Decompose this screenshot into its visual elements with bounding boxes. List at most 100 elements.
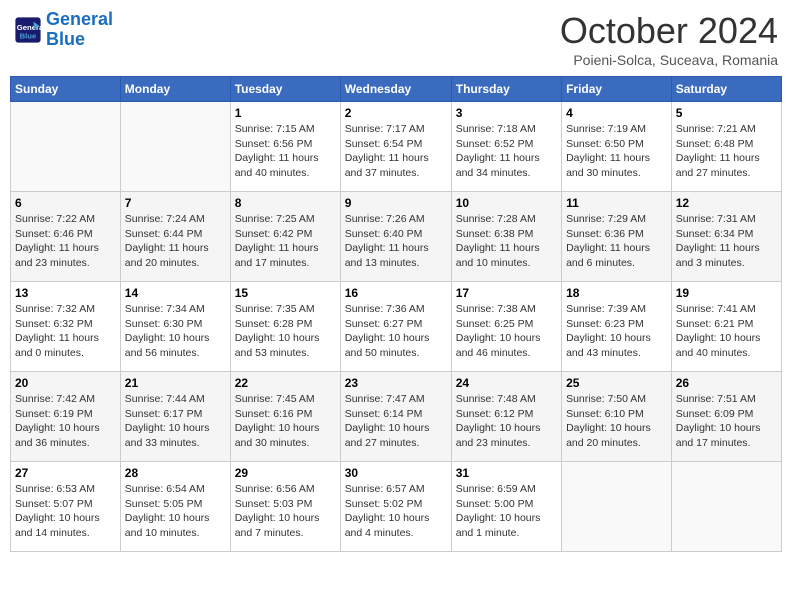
calendar-cell: 27 Sunrise: 6:53 AM Sunset: 5:07 PM Dayli… xyxy=(11,462,121,552)
calendar-cell: 1Sunrise: 7:15 AM Sunset: 6:56 PM Daylig… xyxy=(230,102,340,192)
day-info: Sunrise: 7:41 AM Sunset: 6:21 PM Dayligh… xyxy=(676,302,777,361)
day-number: 16 xyxy=(345,286,447,300)
logo-line2: Blue xyxy=(46,29,85,49)
day-number: 6 xyxy=(15,196,116,210)
calendar-cell: 3 Sunrise: 7:18 AM Sunset: 6:52 PM Daylig… xyxy=(451,102,561,192)
calendar-week-row: 27 Sunrise: 6:53 AM Sunset: 5:07 PM Dayli… xyxy=(11,462,782,552)
calendar-cell: 7 Sunrise: 7:24 AM Sunset: 6:44 PM Daylig… xyxy=(120,192,230,282)
day-number: 30 xyxy=(345,466,447,480)
logo: General Blue General Blue xyxy=(14,10,113,50)
day-number: 2 xyxy=(345,106,447,120)
calendar-cell: 17Sunrise: 7:38 AM Sunset: 6:25 PM Dayli… xyxy=(451,282,561,372)
calendar-cell: 15 Sunrise: 7:35 AM Sunset: 6:28 PM Dayli… xyxy=(230,282,340,372)
day-number: 3 xyxy=(456,106,557,120)
calendar-cell: 28 Sunrise: 6:54 AM Sunset: 5:05 PM Dayli… xyxy=(120,462,230,552)
day-info: Sunrise: 6:57 AM Sunset: 5:02 PM Dayligh… xyxy=(345,482,447,541)
day-info: Sunrise: 7:22 AM Sunset: 6:46 PM Dayligh… xyxy=(15,212,116,271)
calendar-cell: 20 Sunrise: 7:42 AM Sunset: 6:19 PM Dayli… xyxy=(11,372,121,462)
day-info: Sunrise: 7:50 AM Sunset: 6:10 PM Dayligh… xyxy=(566,392,667,451)
day-number: 25 xyxy=(566,376,667,390)
calendar-cell: 25 Sunrise: 7:50 AM Sunset: 6:10 PM Dayli… xyxy=(562,372,672,462)
svg-text:Blue: Blue xyxy=(20,31,37,40)
day-info: Sunrise: 7:28 AM Sunset: 6:38 PM Dayligh… xyxy=(456,212,557,271)
calendar-cell xyxy=(11,102,121,192)
calendar-cell: 5Sunrise: 7:21 AM Sunset: 6:48 PM Daylig… xyxy=(671,102,781,192)
weekday-header: Thursday xyxy=(451,77,561,102)
day-number: 19 xyxy=(676,286,777,300)
day-number: 18 xyxy=(566,286,667,300)
calendar-cell: 10 Sunrise: 7:28 AM Sunset: 6:38 PM Dayli… xyxy=(451,192,561,282)
day-info: Sunrise: 7:51 AM Sunset: 6:09 PM Dayligh… xyxy=(676,392,777,451)
day-number: 8 xyxy=(235,196,336,210)
day-info: Sunrise: 7:18 AM Sunset: 6:52 PM Dayligh… xyxy=(456,122,557,181)
day-number: 20 xyxy=(15,376,116,390)
weekday-header-row: SundayMondayTuesdayWednesdayThursdayFrid… xyxy=(11,77,782,102)
calendar-cell: 16Sunrise: 7:36 AM Sunset: 6:27 PM Dayli… xyxy=(340,282,451,372)
day-info: Sunrise: 7:29 AM Sunset: 6:36 PM Dayligh… xyxy=(566,212,667,271)
calendar-cell: 4 Sunrise: 7:19 AM Sunset: 6:50 PM Daylig… xyxy=(562,102,672,192)
logo-icon: General Blue xyxy=(14,16,42,44)
calendar-cell: 29 Sunrise: 6:56 AM Sunset: 5:03 PM Dayli… xyxy=(230,462,340,552)
calendar-cell: 2 Sunrise: 7:17 AM Sunset: 6:54 PM Daylig… xyxy=(340,102,451,192)
day-info: Sunrise: 7:47 AM Sunset: 6:14 PM Dayligh… xyxy=(345,392,447,451)
weekday-header: Saturday xyxy=(671,77,781,102)
calendar-cell: 19 Sunrise: 7:41 AM Sunset: 6:21 PM Dayli… xyxy=(671,282,781,372)
calendar-cell: 24Sunrise: 7:48 AM Sunset: 6:12 PM Dayli… xyxy=(451,372,561,462)
weekday-header: Tuesday xyxy=(230,77,340,102)
day-info: Sunrise: 7:31 AM Sunset: 6:34 PM Dayligh… xyxy=(676,212,777,271)
calendar-cell: 13 Sunrise: 7:32 AM Sunset: 6:32 PM Dayli… xyxy=(11,282,121,372)
location-subtitle: Poieni-Solca, Suceava, Romania xyxy=(560,52,778,68)
calendar-week-row: 13 Sunrise: 7:32 AM Sunset: 6:32 PM Dayli… xyxy=(11,282,782,372)
calendar-cell: 21Sunrise: 7:44 AM Sunset: 6:17 PM Dayli… xyxy=(120,372,230,462)
logo-line1: General xyxy=(46,9,113,29)
day-info: Sunrise: 7:24 AM Sunset: 6:44 PM Dayligh… xyxy=(125,212,226,271)
day-info: Sunrise: 6:54 AM Sunset: 5:05 PM Dayligh… xyxy=(125,482,226,541)
day-number: 10 xyxy=(456,196,557,210)
logo-text: General Blue xyxy=(46,10,113,50)
day-number: 26 xyxy=(676,376,777,390)
day-number: 9 xyxy=(345,196,447,210)
day-info: Sunrise: 7:26 AM Sunset: 6:40 PM Dayligh… xyxy=(345,212,447,271)
weekday-header: Wednesday xyxy=(340,77,451,102)
calendar-cell: 18 Sunrise: 7:39 AM Sunset: 6:23 PM Dayli… xyxy=(562,282,672,372)
day-info: Sunrise: 7:35 AM Sunset: 6:28 PM Dayligh… xyxy=(235,302,336,361)
day-number: 1 xyxy=(235,106,336,120)
calendar-table: SundayMondayTuesdayWednesdayThursdayFrid… xyxy=(10,76,782,552)
day-info: Sunrise: 6:53 AM Sunset: 5:07 PM Dayligh… xyxy=(15,482,116,541)
day-info: Sunrise: 7:39 AM Sunset: 6:23 PM Dayligh… xyxy=(566,302,667,361)
day-info: Sunrise: 7:45 AM Sunset: 6:16 PM Dayligh… xyxy=(235,392,336,451)
day-info: Sunrise: 7:42 AM Sunset: 6:19 PM Dayligh… xyxy=(15,392,116,451)
calendar-cell: 22 Sunrise: 7:45 AM Sunset: 6:16 PM Dayli… xyxy=(230,372,340,462)
day-number: 31 xyxy=(456,466,557,480)
calendar-cell: 31 Sunrise: 6:59 AM Sunset: 5:00 PM Dayli… xyxy=(451,462,561,552)
day-number: 4 xyxy=(566,106,667,120)
day-number: 7 xyxy=(125,196,226,210)
calendar-cell: 30 Sunrise: 6:57 AM Sunset: 5:02 PM Dayli… xyxy=(340,462,451,552)
day-info: Sunrise: 7:19 AM Sunset: 6:50 PM Dayligh… xyxy=(566,122,667,181)
calendar-cell xyxy=(120,102,230,192)
day-number: 27 xyxy=(15,466,116,480)
weekday-header: Sunday xyxy=(11,77,121,102)
day-info: Sunrise: 7:25 AM Sunset: 6:42 PM Dayligh… xyxy=(235,212,336,271)
day-number: 14 xyxy=(125,286,226,300)
calendar-cell: 11Sunrise: 7:29 AM Sunset: 6:36 PM Dayli… xyxy=(562,192,672,282)
day-info: Sunrise: 7:21 AM Sunset: 6:48 PM Dayligh… xyxy=(676,122,777,181)
day-number: 13 xyxy=(15,286,116,300)
calendar-cell: 12Sunrise: 7:31 AM Sunset: 6:34 PM Dayli… xyxy=(671,192,781,282)
calendar-cell: 23 Sunrise: 7:47 AM Sunset: 6:14 PM Dayli… xyxy=(340,372,451,462)
calendar-cell xyxy=(562,462,672,552)
day-info: Sunrise: 7:17 AM Sunset: 6:54 PM Dayligh… xyxy=(345,122,447,181)
day-number: 28 xyxy=(125,466,226,480)
day-number: 23 xyxy=(345,376,447,390)
calendar-week-row: 20 Sunrise: 7:42 AM Sunset: 6:19 PM Dayli… xyxy=(11,372,782,462)
day-info: Sunrise: 7:32 AM Sunset: 6:32 PM Dayligh… xyxy=(15,302,116,361)
day-number: 29 xyxy=(235,466,336,480)
day-number: 15 xyxy=(235,286,336,300)
title-block: October 2024 Poieni-Solca, Suceava, Roma… xyxy=(560,10,778,68)
day-info: Sunrise: 7:38 AM Sunset: 6:25 PM Dayligh… xyxy=(456,302,557,361)
day-number: 22 xyxy=(235,376,336,390)
day-info: Sunrise: 6:56 AM Sunset: 5:03 PM Dayligh… xyxy=(235,482,336,541)
day-info: Sunrise: 6:59 AM Sunset: 5:00 PM Dayligh… xyxy=(456,482,557,541)
calendar-cell: 8 Sunrise: 7:25 AM Sunset: 6:42 PM Daylig… xyxy=(230,192,340,282)
day-number: 21 xyxy=(125,376,226,390)
